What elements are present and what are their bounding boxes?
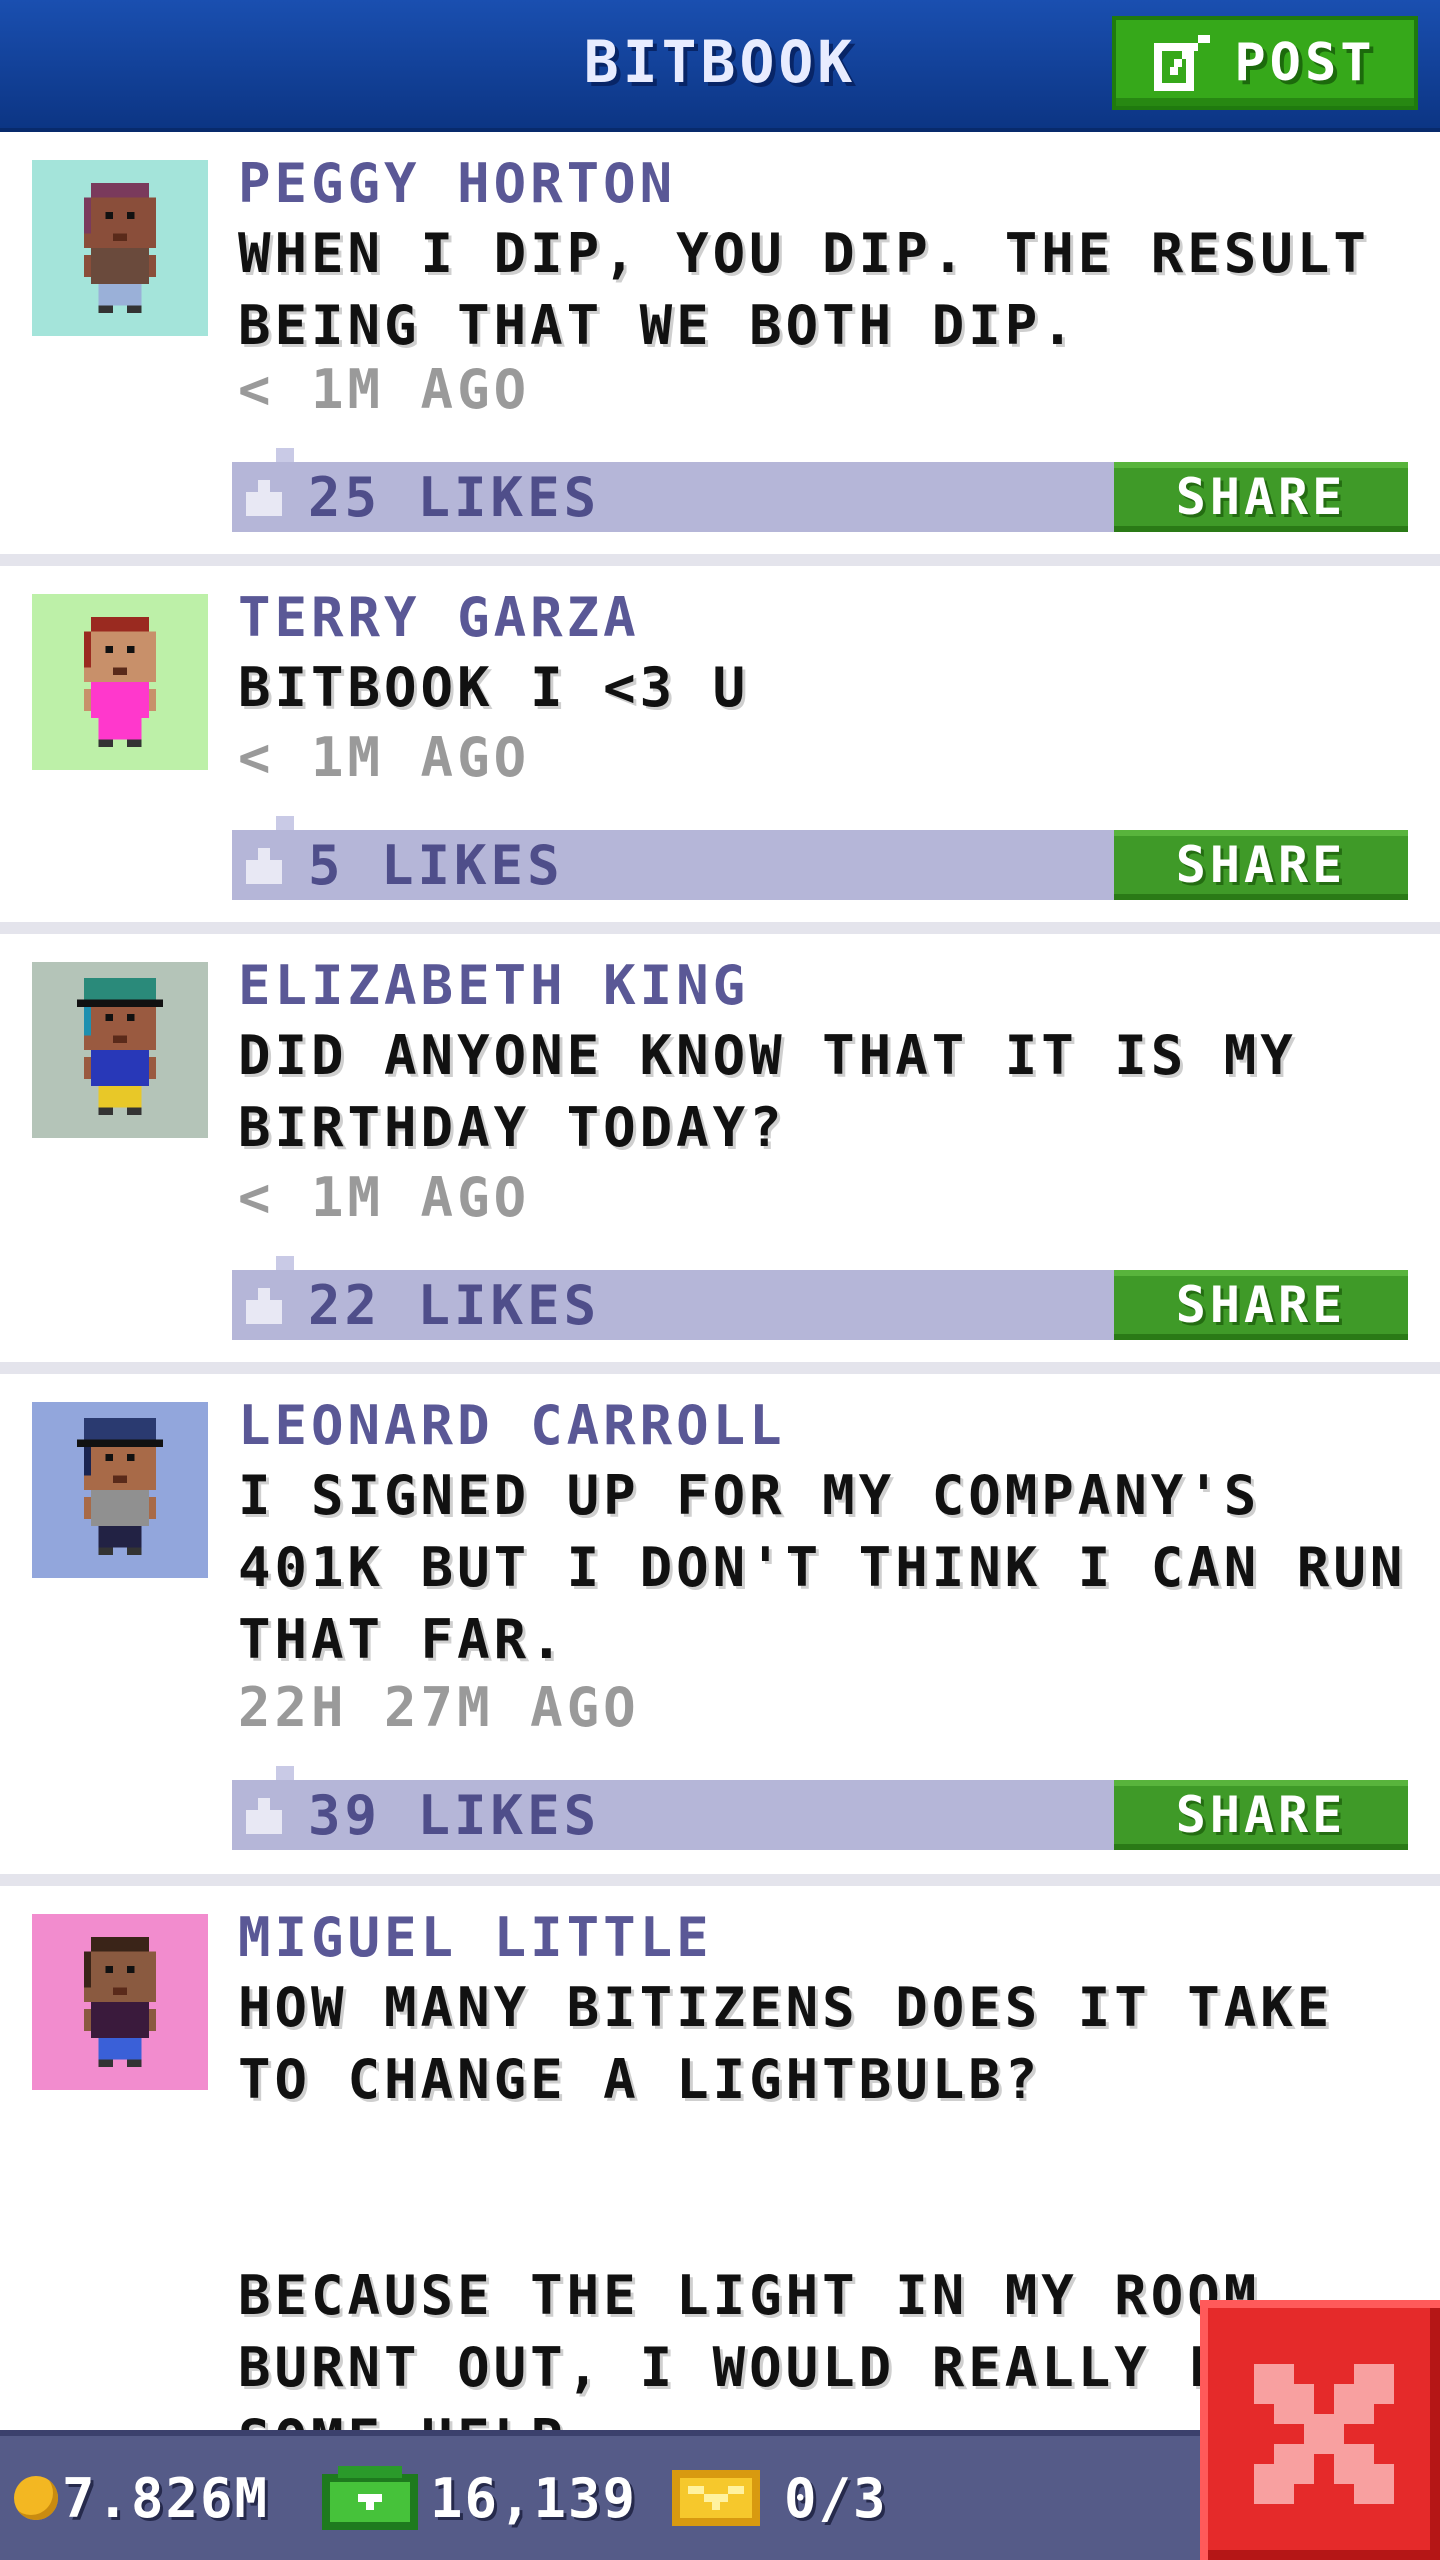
like-bar[interactable]: 5 LIKES SHARE: [232, 816, 1408, 900]
share-button[interactable]: SHARE: [1114, 1270, 1408, 1340]
bitizen-sprite: [84, 617, 156, 747]
post-author[interactable]: LEONARD CARROLL: [238, 1394, 786, 1457]
avatar[interactable]: [32, 962, 208, 1138]
like-count: 39 LIKES: [308, 1784, 601, 1847]
bux-stat: 16,139: [322, 2458, 637, 2538]
coin-icon: [14, 2476, 58, 2520]
feed-post: LEONARD CARROLL I SIGNED UP FOR MY COMPA…: [0, 1374, 1440, 1874]
like-count: 5 LIKES: [308, 834, 564, 897]
feed-list[interactable]: PEGGY HORTON WHEN I DIP, YOU DIP. THE RE…: [0, 132, 1440, 2430]
post-divider: [0, 1362, 1440, 1374]
bitizen-sprite: [76, 978, 164, 1115]
bux-value: 16,139: [430, 2466, 638, 2530]
coins-stat: 7.826M: [14, 2458, 269, 2538]
post-text: WHEN I DIP, YOU DIP. THE RESULT BEING TH…: [238, 222, 1407, 357]
post-time: < 1M AGO: [238, 1166, 531, 1229]
close-button[interactable]: [1200, 2300, 1440, 2560]
bitizen-sprite: [84, 183, 156, 313]
post-time: 22H 27M AGO: [238, 1676, 640, 1739]
tickets-value: 0/3: [784, 2466, 888, 2530]
bitizen-sprite: [76, 1418, 164, 1555]
share-button-label: SHARE: [1175, 1786, 1347, 1844]
feed-post: TERRY GARZA BITBOOK I <3 U < 1M AGO 5 LI…: [0, 566, 1440, 922]
post-text: DID ANYONE KNOW THAT IT IS MY BIRTHDAY T…: [238, 1024, 1334, 1159]
post-author[interactable]: ELIZABETH KING: [238, 954, 749, 1017]
avatar[interactable]: [32, 1914, 208, 2090]
share-button-label: SHARE: [1175, 468, 1347, 526]
avatar[interactable]: [32, 160, 208, 336]
thumbs-up-icon: [246, 848, 282, 884]
header-bar: BITBOOK POST: [0, 0, 1440, 132]
bitizen-sprite: [84, 1937, 156, 2067]
post-time: < 1M AGO: [238, 726, 531, 789]
coins-value: 7.826M: [62, 2466, 270, 2530]
post-button-label: POST: [1234, 33, 1376, 93]
post-author[interactable]: MIGUEL LITTLE: [238, 1906, 713, 1969]
feed-post: PEGGY HORTON WHEN I DIP, YOU DIP. THE RE…: [0, 132, 1440, 554]
post-divider: [0, 922, 1440, 934]
avatar[interactable]: [32, 594, 208, 770]
thumbs-up-icon: [246, 1798, 282, 1834]
post-time: < 1M AGO: [238, 358, 531, 421]
edit-icon: [1154, 35, 1211, 91]
avatar[interactable]: [32, 1402, 208, 1578]
post-text: BITBOOK I <3 U: [238, 656, 750, 719]
thumbs-up-icon: [246, 1288, 282, 1324]
ticket-icon: [672, 2470, 760, 2526]
feed-post: ELIZABETH KING DID ANYONE KNOW THAT IT I…: [0, 934, 1440, 1362]
tickets-stat: 0/3: [672, 2458, 888, 2538]
like-count: 25 LIKES: [308, 466, 601, 529]
post-text: I SIGNED UP FOR MY COMPANY'S 401K BUT I …: [238, 1464, 1440, 1671]
like-bar[interactable]: 25 LIKES SHARE: [232, 448, 1408, 532]
post-divider: [0, 554, 1440, 566]
like-bar[interactable]: 22 LIKES SHARE: [232, 1256, 1408, 1340]
post-button[interactable]: POST: [1112, 16, 1418, 110]
close-icon: [1254, 2364, 1394, 2504]
post-divider: [0, 1874, 1440, 1886]
post-author[interactable]: TERRY GARZA: [238, 586, 640, 649]
share-button-label: SHARE: [1175, 836, 1347, 894]
thumbs-up-icon: [246, 480, 282, 516]
share-button[interactable]: SHARE: [1114, 1780, 1408, 1850]
like-bar[interactable]: 39 LIKES SHARE: [232, 1766, 1408, 1850]
bux-icon: [322, 2466, 418, 2530]
post-author[interactable]: PEGGY HORTON: [238, 152, 676, 215]
share-button-label: SHARE: [1175, 1276, 1347, 1334]
like-count: 22 LIKES: [308, 1274, 601, 1337]
share-button[interactable]: SHARE: [1114, 462, 1408, 532]
share-button[interactable]: SHARE: [1114, 830, 1408, 900]
